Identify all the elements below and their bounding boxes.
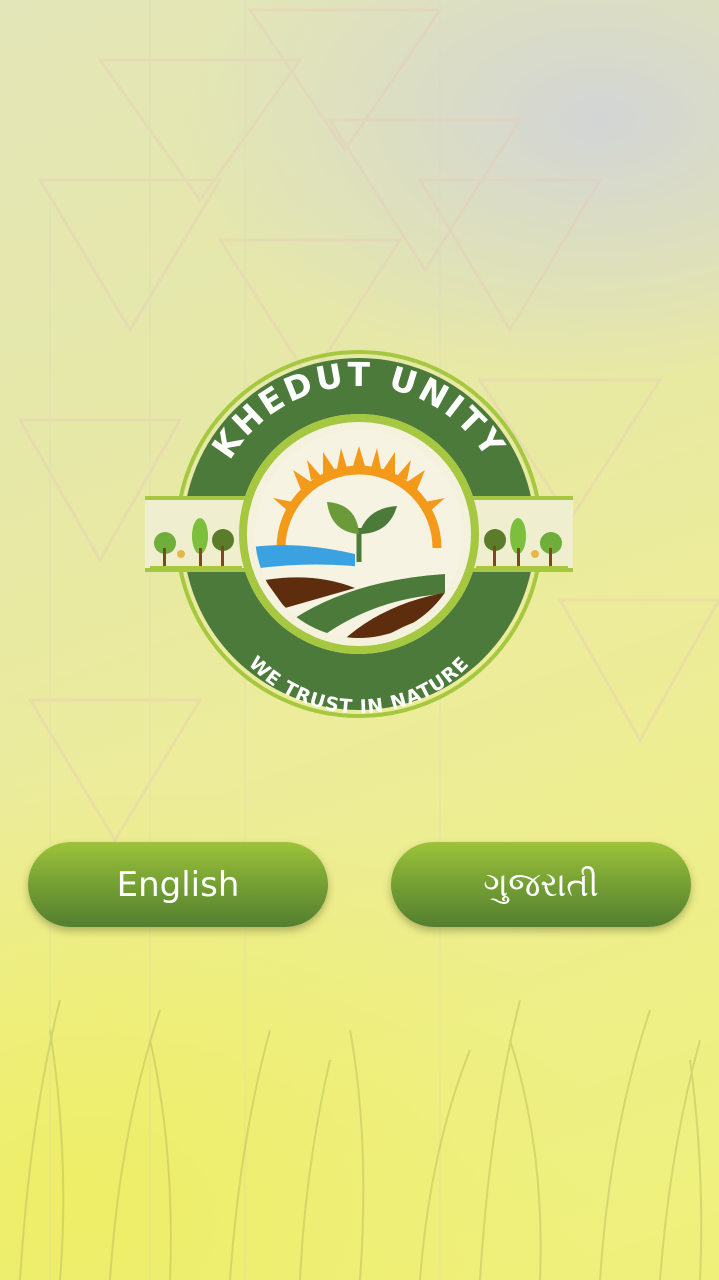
english-button-label: English <box>116 864 240 905</box>
gujarati-language-button[interactable]: ગુજરાતી <box>391 842 691 927</box>
english-language-button[interactable]: English <box>28 842 328 927</box>
background-grass <box>19 999 703 1280</box>
khedut-unity-logo: KHEDUT UNITY WE TRUST IN NATURE <box>145 350 573 718</box>
gujarati-button-label: ગુજરાતી <box>483 864 599 905</box>
